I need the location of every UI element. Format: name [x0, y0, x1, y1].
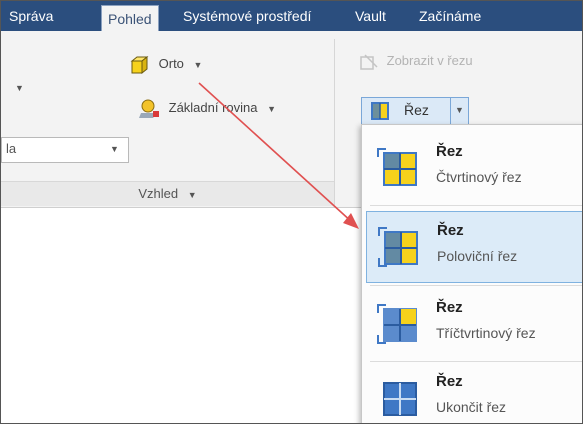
three-quarter-section-icon: [377, 304, 417, 344]
chevron-down-icon[interactable]: ▼: [455, 105, 464, 115]
tab-sprava[interactable]: Správa: [3, 1, 59, 31]
end-section-icon: [383, 382, 417, 416]
menu-item-three-quarter-section[interactable]: Řez Tříčtvrtinový řez: [366, 289, 582, 359]
tab-vault[interactable]: Vault: [349, 1, 392, 31]
section-dropdown-menu: Řez Čtvrtinový řez Řez Poloviční řez Řez…: [361, 124, 582, 423]
menu-divider: [370, 205, 582, 206]
menu-item-subtitle: Tříčtvrtinový řez: [436, 325, 536, 341]
ground-plane-icon: [139, 99, 159, 118]
tab-pohled[interactable]: Pohled: [101, 5, 159, 32]
chevron-down-icon: ▼: [193, 60, 203, 71]
menu-item-title: Řez: [436, 299, 463, 316]
half-section-icon: [378, 227, 418, 267]
group-separator: [334, 39, 335, 205]
zakladni-rovina-label: Základní rovina: [168, 100, 258, 116]
chevron-down-icon: ▼: [110, 144, 119, 154]
split-divider: [450, 98, 451, 124]
zobrazit-v-rezu-label: Zobrazit v řezu: [386, 53, 473, 69]
orthographic-cube-icon: [130, 55, 149, 75]
menu-item-end-section[interactable]: Řez Ukončit řez: [366, 363, 582, 423]
quarter-section-icon: [377, 148, 417, 186]
menu-divider: [370, 285, 582, 286]
menu-divider: [370, 361, 582, 362]
group-label-text: Vzhled: [138, 186, 179, 201]
combo-value: la: [6, 141, 17, 156]
ribbon-tab-bar: Správa Pohled Systémové prostředí Vault …: [1, 1, 582, 32]
zobrazit-v-rezu-button[interactable]: Zobrazit v řezu: [359, 53, 473, 71]
orto-label: Orto: [158, 56, 184, 72]
orto-button[interactable]: Orto ▼: [129, 55, 202, 75]
tab-systemove-prostredi[interactable]: Systémové prostředí: [177, 1, 317, 31]
rez-button-label: Řez: [404, 102, 429, 118]
menu-item-quarter-section[interactable]: Řez Čtvrtinový řez: [366, 133, 582, 203]
chevron-down-icon: ▼: [267, 104, 277, 115]
group-label-vzhled[interactable]: Vzhled ▼: [1, 181, 334, 206]
menu-item-half-section[interactable]: Řez Poloviční řez: [366, 211, 582, 283]
app-window: Správa Pohled Systémové prostředí Vault …: [0, 0, 583, 424]
appearance-combo[interactable]: la ▼: [1, 137, 129, 163]
half-section-icon: [371, 102, 389, 120]
zakladni-rovina-button[interactable]: Základní rovina ▼: [139, 99, 276, 119]
menu-item-title: Řez: [437, 222, 464, 239]
chevron-down-icon[interactable]: ▼: [15, 79, 24, 94]
chevron-down-icon: ▼: [187, 190, 197, 200]
menu-item-subtitle: Poloviční řez: [437, 248, 518, 264]
rez-split-button[interactable]: Řez ▼: [361, 97, 469, 125]
menu-item-subtitle: Ukončit řez: [436, 399, 507, 415]
menu-item-subtitle: Čtvrtinový řez: [436, 169, 522, 185]
section-view-icon: [360, 54, 378, 70]
menu-item-title: Řez: [436, 373, 463, 390]
menu-item-title: Řez: [436, 143, 463, 160]
tab-zaciname[interactable]: Začínáme: [413, 1, 487, 31]
